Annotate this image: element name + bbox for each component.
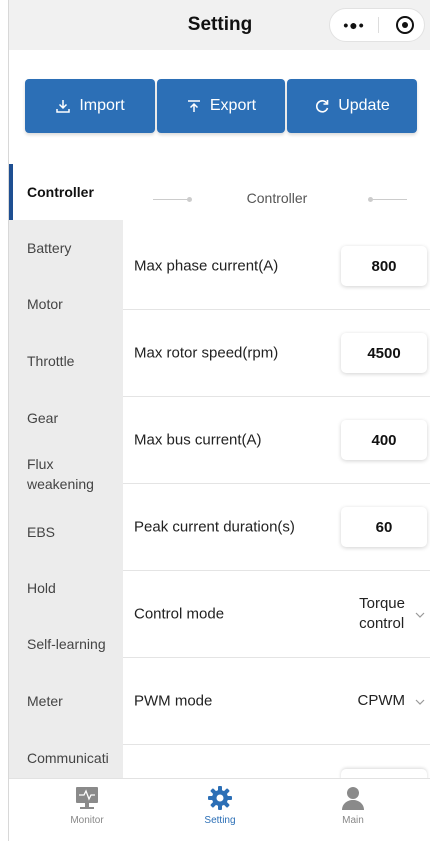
app-frame: Setting •●• Import Export Update Control…	[8, 0, 430, 841]
param-label: PWM mode	[134, 692, 213, 710]
sidebar-item-throttle[interactable]: Throttle	[9, 351, 123, 371]
param-value-input[interactable]: 4500	[341, 333, 427, 373]
param-label: Peak current duration(s)	[134, 518, 295, 536]
sidebar-item-self-learning[interactable]: Self-learning	[9, 634, 123, 654]
select-value: Torque control	[359, 594, 405, 634]
tab-main[interactable]: Main	[303, 785, 403, 826]
settings-panel: Controller Max phase current(A) 800 Max …	[123, 164, 430, 781]
upload-icon	[186, 98, 202, 114]
more-dots-icon[interactable]: •●•	[330, 9, 378, 41]
param-row-max-bus-current: Max bus current(A) 400	[123, 397, 430, 484]
target-icon[interactable]	[396, 16, 414, 34]
select-value-line: control	[359, 615, 405, 632]
category-sidebar: Controller Battery Motor Throttle Gear F…	[9, 164, 123, 778]
gear-icon	[207, 785, 233, 811]
param-row-control-mode: Control mode Torque control	[123, 571, 430, 658]
pwm-mode-select[interactable]: CPWM	[358, 691, 426, 711]
capsule-divider	[378, 17, 379, 33]
import-label: Import	[79, 97, 125, 114]
param-value-input[interactable]: 400	[341, 420, 427, 460]
sidebar-item-hold[interactable]: Hold	[9, 578, 123, 598]
update-button[interactable]: Update	[287, 79, 417, 133]
action-bar: Import Export Update	[25, 79, 417, 133]
sidebar-item-meter[interactable]: Meter	[9, 691, 123, 711]
tab-label: Monitor	[70, 815, 104, 826]
sidebar-item-flux-weakening[interactable]: Flux weakening	[9, 454, 109, 494]
param-label: Control mode	[134, 605, 225, 623]
sidebar-item-gear[interactable]: Gear	[9, 408, 123, 428]
monitor-icon	[74, 785, 100, 811]
param-value-input[interactable]: 800	[341, 246, 427, 286]
refresh-icon	[314, 98, 330, 114]
sidebar-item-ebs[interactable]: EBS	[9, 522, 123, 542]
param-row-max-rotor-speed: Max rotor speed(rpm) 4500	[123, 310, 430, 397]
mini-program-capsule: •●•	[329, 8, 425, 42]
sidebar-item-communication[interactable]: Communicati	[9, 748, 123, 768]
header: Setting •●•	[9, 0, 430, 50]
update-label: Update	[338, 97, 390, 114]
chevron-down-icon	[415, 694, 425, 708]
tab-monitor[interactable]: Monitor	[37, 785, 137, 826]
param-row-partial	[123, 745, 430, 781]
export-label: Export	[209, 97, 257, 114]
control-mode-select[interactable]: Torque control	[359, 594, 425, 634]
user-icon	[340, 785, 366, 811]
param-row-pwm-mode: PWM mode CPWM	[123, 658, 430, 745]
chevron-down-icon	[415, 607, 425, 621]
import-button[interactable]: Import	[25, 79, 155, 133]
tab-label: Main	[342, 815, 364, 826]
sidebar-item-controller[interactable]: Controller	[9, 164, 123, 220]
param-value-input[interactable]: 60	[341, 507, 427, 547]
param-row-peak-current-duration: Peak current duration(s) 60	[123, 484, 430, 571]
export-button[interactable]: Export	[157, 79, 285, 133]
section-title: Controller	[246, 190, 308, 206]
tab-label: Setting	[204, 815, 236, 826]
download-icon	[55, 98, 71, 114]
param-label: Max phase current(A)	[134, 257, 279, 275]
param-label: Max rotor speed(rpm)	[134, 344, 279, 362]
param-label: Max bus current(A)	[134, 431, 262, 449]
bottom-tab-bar: Monitor Setting Main	[9, 778, 430, 841]
sidebar-item-motor[interactable]: Motor	[9, 294, 123, 314]
section-divider-right	[371, 199, 407, 200]
select-value-line: Torque	[359, 595, 405, 612]
sidebar-item-battery[interactable]: Battery	[9, 238, 123, 258]
select-value: CPWM	[357, 692, 406, 709]
param-row-max-phase-current: Max phase current(A) 800	[123, 223, 430, 310]
tab-setting[interactable]: Setting	[170, 785, 270, 826]
